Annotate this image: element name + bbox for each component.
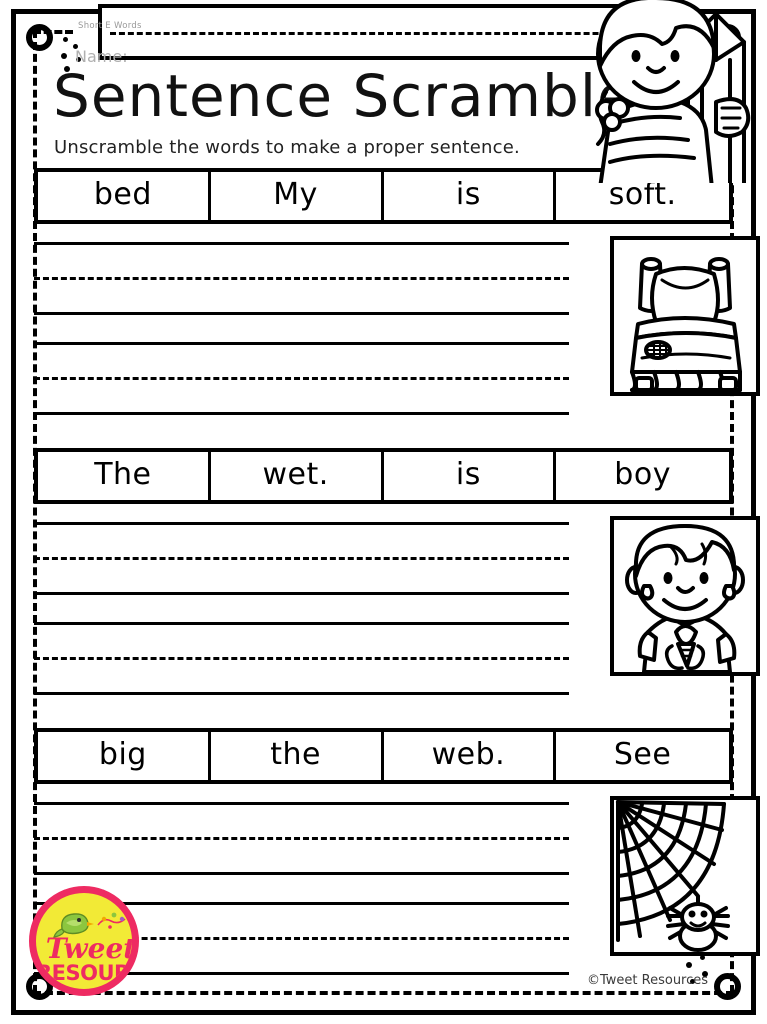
handwriting-top-line [34,802,569,805]
writing-area-1 [34,234,760,434]
word-label: boy [614,457,671,492]
name-writing-line [110,32,670,35]
handwriting-baseline [34,872,569,875]
decorative-dot [705,37,710,42]
word-label: web. [431,737,506,772]
word-label: See [613,737,672,772]
handwriting-mid-dashed-line [34,837,569,840]
word-label: is [455,177,481,212]
word-cell[interactable]: boy [556,452,729,500]
writing-area-2 [34,514,760,714]
instructions-text: Unscramble the words to make a proper se… [54,137,520,158]
handwriting-baseline [34,412,569,415]
name-field-labels: Short E Words Name: [23,14,163,68]
word-label: wet. [262,457,329,492]
word-cell[interactable]: big [38,732,211,780]
exercise-block-2: The wet. is boy [34,448,760,714]
decorative-dot [697,47,702,52]
handwriting-line-group[interactable] [34,342,569,415]
name-label: Name: [75,47,128,66]
picture-box-wet-boy [610,516,760,676]
writing-area-3 [34,794,760,994]
logo-resources-text: RESOURCES [36,961,132,985]
handwriting-baseline [34,592,569,595]
word-cell[interactable]: See [556,732,729,780]
handwriting-top-line [34,522,569,525]
word-label: soft. [608,177,677,212]
handwriting-top-line [34,342,569,345]
subject-tag: Short E Words [78,21,142,31]
word-label: the [270,737,321,772]
exercise-block-1: bed My is soft. [34,168,760,434]
decorative-dot [706,58,712,64]
handwriting-mid-dashed-line [34,277,569,280]
handwriting-baseline [34,692,569,695]
word-cell[interactable]: bed [38,172,211,220]
word-label: is [455,457,481,492]
handwriting-top-line [34,242,569,245]
exercise-block-3: big the web. See [34,728,760,994]
copyright-text: ©Tweet Resources [587,973,709,988]
handwriting-top-line [34,622,569,625]
page-title: Sentence Scramble [53,62,634,130]
word-cell[interactable]: is [384,172,557,220]
word-label: The [94,457,152,492]
word-cell[interactable]: wet. [211,452,384,500]
word-label: bed [93,177,152,212]
handwriting-line-group[interactable] [34,242,569,315]
word-label: My [273,177,318,212]
logo-tweet-text: Tweet [45,932,137,965]
word-bank-strip-2: The wet. is boy [34,448,733,504]
handwriting-mid-dashed-line [34,377,569,380]
word-cell[interactable]: The [38,452,211,500]
word-cell[interactable]: My [211,172,384,220]
picture-box-bed [610,236,760,396]
worksheet-page: Short E Words Name: Sentence Scramble Un… [0,0,767,1024]
name-input-box[interactable] [98,4,678,60]
handwriting-mid-dashed-line [34,657,569,660]
tweet-resources-logo: Tweet RESOURCES [29,886,139,996]
word-bank-strip-3: big the web. See [34,728,733,784]
word-cell[interactable]: the [211,732,384,780]
picture-box-spider-web [610,796,760,956]
handwriting-line-group[interactable] [34,622,569,695]
corner-ring-icon-top-right [714,24,741,51]
word-label: big [98,737,147,772]
handwriting-line-group[interactable] [34,522,569,595]
word-cell[interactable]: web. [384,732,557,780]
word-bank-strip-1: bed My is soft. [34,168,733,224]
word-cell[interactable]: soft. [556,172,729,220]
handwriting-baseline [34,312,569,315]
handwriting-line-group[interactable] [34,802,569,875]
handwriting-mid-dashed-line [34,557,569,560]
word-cell[interactable]: is [384,452,557,500]
